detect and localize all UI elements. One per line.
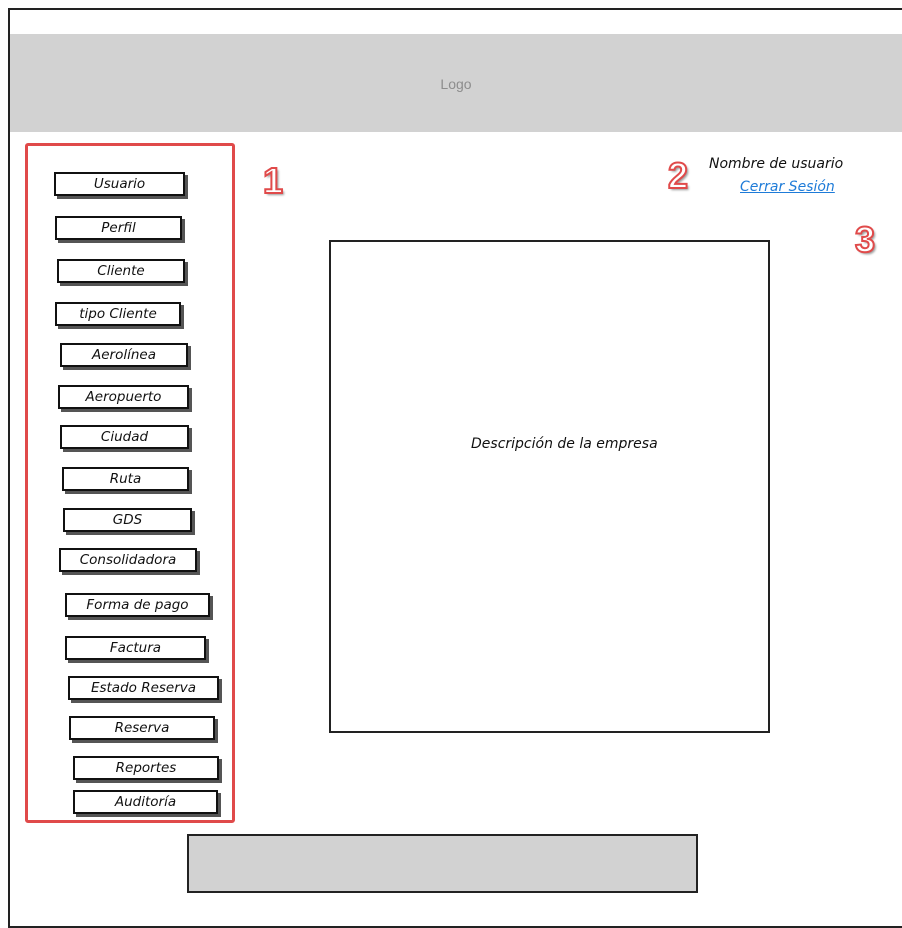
sidebar-item-ruta[interactable]: Ruta <box>62 467 189 491</box>
sidebar-item-ciudad[interactable]: Ciudad <box>60 425 189 449</box>
sidebar-item-aeropuerto[interactable]: Aeropuerto <box>58 385 189 409</box>
sidebar-item-usuario[interactable]: Usuario <box>54 172 185 196</box>
sidebar-item-perfil[interactable]: Perfil <box>55 216 182 240</box>
footer-bar <box>187 834 698 893</box>
sidebar-item-forma-de-pago[interactable]: Forma de pago <box>65 593 210 617</box>
sidebar-item-auditoria[interactable]: Auditoría <box>73 790 218 814</box>
sidebar-item-tipo-cliente[interactable]: tipo Cliente <box>55 302 181 326</box>
sidebar-item-factura[interactable]: Factura <box>65 636 206 660</box>
logo: Logo <box>440 76 472 92</box>
annotation-marker-3: 3 <box>854 219 876 260</box>
sidebar-item-estado-reserva[interactable]: Estado Reserva <box>68 676 219 700</box>
annotation-marker-1: 1 <box>262 160 284 201</box>
company-description: Descripción de la empresa <box>471 436 658 452</box>
content-panel: Descripción de la empresa <box>329 240 770 733</box>
user-name: Nombre de usuario <box>709 156 844 172</box>
sidebar-item-reportes[interactable]: Reportes <box>73 756 219 780</box>
sidebar-item-consolidadora[interactable]: Consolidadora <box>59 548 197 572</box>
header-bar: Logo <box>10 34 902 132</box>
logout-link[interactable]: Cerrar Sesión <box>740 179 835 195</box>
annotation-marker-2: 2 <box>667 155 689 196</box>
sidebar-item-aerolinea[interactable]: Aerolínea <box>60 343 188 367</box>
sidebar-item-cliente[interactable]: Cliente <box>57 259 185 283</box>
sidebar-item-reserva[interactable]: Reserva <box>69 716 215 740</box>
sidebar-item-gds[interactable]: GDS <box>63 508 192 532</box>
